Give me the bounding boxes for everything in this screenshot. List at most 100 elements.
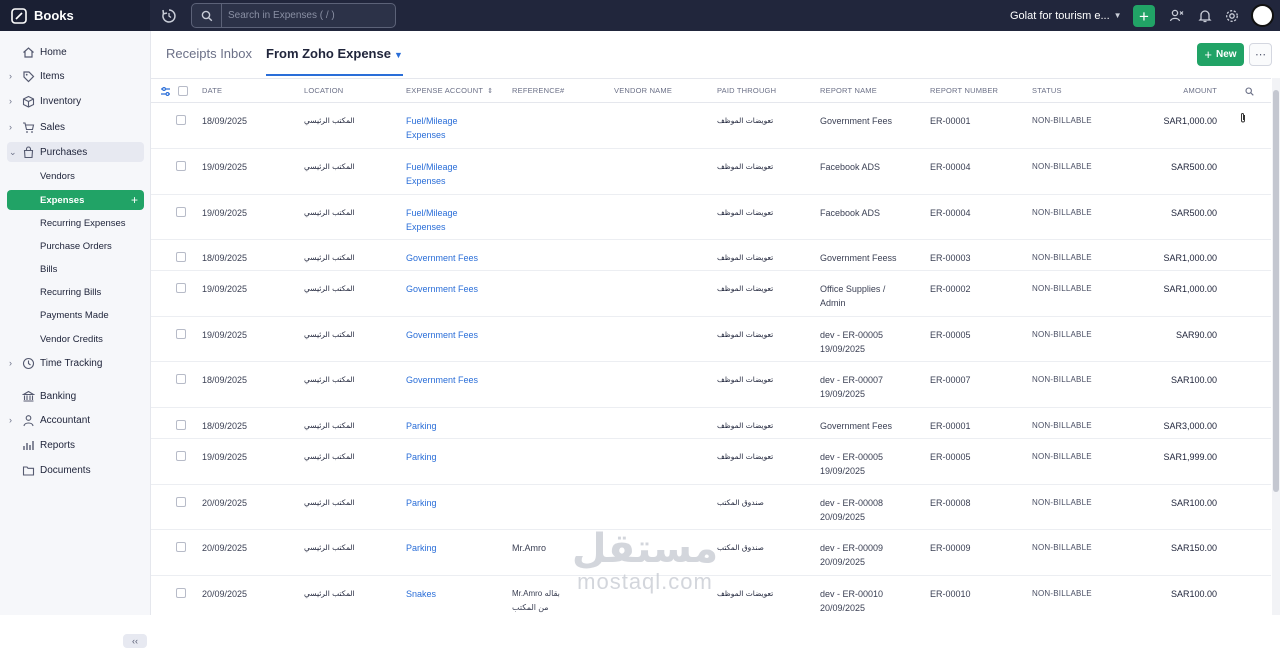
sidebar-item-sales[interactable]: › Sales: [7, 117, 144, 137]
users-icon[interactable]: [1169, 8, 1185, 24]
column-header-vendor-name[interactable]: VENDOR NAME: [614, 79, 672, 103]
cell-expense-account[interactable]: Parking: [406, 541, 437, 555]
row-checkbox[interactable]: [176, 329, 186, 339]
scrollbar-thumb[interactable]: [1273, 90, 1279, 492]
sidebar-item-purchases[interactable]: ⌄ Purchases: [7, 142, 144, 162]
cell-amount: SAR500.00: [1170, 208, 1217, 218]
sidebar-item-time-tracking[interactable]: › Time Tracking: [7, 353, 144, 373]
table-row[interactable]: 19/09/2025 المكتب الرئيسي Fuel/Mileage E…: [151, 195, 1271, 240]
column-header-reference[interactable]: REFERENCE#: [512, 79, 564, 103]
chevron-down-icon[interactable]: ▼: [394, 50, 403, 60]
column-header-paid-through[interactable]: PAID THROUGH: [717, 79, 776, 103]
sidebar-item-home[interactable]: Home: [7, 42, 144, 62]
sidebar-sub-vendors[interactable]: Vendors: [7, 166, 144, 186]
cell-expense-account[interactable]: Fuel/Mileage Expenses: [406, 160, 486, 188]
sidebar-item-items[interactable]: › Items: [7, 66, 144, 86]
table-row[interactable]: 19/09/2025 المكتب الرئيسي Parking تعويضا…: [151, 439, 1271, 485]
collapse-sidebar-button[interactable]: ‹‹: [123, 634, 147, 648]
row-checkbox[interactable]: [176, 283, 186, 293]
row-checkbox[interactable]: [176, 497, 186, 507]
column-header-expense-account[interactable]: EXPENSE ACCOUNT ⇕: [406, 79, 493, 103]
new-button[interactable]: + New: [1197, 43, 1244, 66]
column-header-location[interactable]: LOCATION: [304, 79, 343, 103]
cell-report-name: dev - ER-00009 20/09/2025: [820, 543, 884, 567]
row-checkbox[interactable]: [176, 451, 186, 461]
sidebar-sub-bills[interactable]: Bills: [7, 259, 144, 279]
table-row[interactable]: 20/09/2025 المكتب الرئيسي Parking صندوق …: [151, 485, 1271, 530]
sidebar-sub-expenses[interactable]: Expenses +: [7, 190, 144, 210]
cell-expense-account[interactable]: Government Fees: [406, 282, 478, 296]
cell-expense-account[interactable]: Snakes: [406, 587, 436, 601]
table-row[interactable]: 19/09/2025 المكتب الرئيسي Fuel/Mileage E…: [151, 149, 1271, 195]
column-header-report-number[interactable]: REPORT NUMBER: [930, 79, 998, 103]
cell-location: المكتب الرئيسي: [304, 452, 355, 461]
sidebar-sub-payments-made[interactable]: Payments Made: [7, 305, 144, 325]
cell-expense-account[interactable]: Parking: [406, 419, 437, 433]
sidebar-item-reports[interactable]: Reports: [7, 435, 144, 455]
cell-location: المكتب الرئيسي: [304, 284, 355, 293]
search-box[interactable]: [191, 3, 396, 28]
cell-location: المكتب الرئيسي: [304, 208, 355, 217]
sidebar-item-accountant[interactable]: › Accountant: [7, 410, 144, 430]
cell-expense-account[interactable]: Government Fees: [406, 373, 478, 387]
row-checkbox[interactable]: [176, 420, 186, 430]
select-all-checkbox[interactable]: [178, 86, 188, 96]
column-header-date[interactable]: DATE: [202, 79, 222, 103]
column-header-status[interactable]: STATUS: [1032, 79, 1062, 103]
cell-paid-through: تعويضات الموظف: [717, 116, 774, 125]
app-brand[interactable]: Books: [0, 0, 150, 31]
settings-gear-icon[interactable]: [1224, 8, 1240, 24]
column-settings-icon[interactable]: [160, 86, 171, 97]
tab-from-zoho-expense[interactable]: From Zoho Expense ▼: [266, 42, 403, 76]
row-checkbox[interactable]: [176, 542, 186, 552]
cell-paid-through: تعويضات الموظف: [717, 208, 774, 217]
row-checkbox[interactable]: [176, 161, 186, 171]
chevron-down-icon: ▼: [1113, 11, 1122, 20]
tab-receipts-inbox[interactable]: Receipts Inbox: [166, 42, 252, 76]
cell-expense-account[interactable]: Parking: [406, 450, 437, 464]
sidebar-sub-label: Vendors: [40, 170, 75, 182]
sidebar-item-label: Inventory: [40, 95, 82, 107]
row-checkbox[interactable]: [176, 252, 186, 262]
cell-expense-account[interactable]: Parking: [406, 496, 437, 510]
cell-expense-account[interactable]: Government Fees: [406, 251, 478, 265]
cell-expense-account[interactable]: Fuel/Mileage Expenses: [406, 206, 486, 234]
sidebar-sub-recurring-expenses[interactable]: Recurring Expenses: [7, 213, 144, 233]
table-search-icon[interactable]: [1245, 87, 1254, 96]
cell-expense-account[interactable]: Fuel/Mileage Expenses: [406, 114, 486, 142]
column-header-amount[interactable]: AMOUNT: [1137, 79, 1217, 103]
more-actions-button[interactable]: ⋯: [1249, 43, 1272, 66]
sidebar-item-inventory[interactable]: › Inventory: [7, 91, 144, 111]
search-input[interactable]: [222, 10, 395, 21]
sidebar-item-banking[interactable]: Banking: [7, 386, 144, 406]
row-checkbox[interactable]: [176, 588, 186, 598]
user-avatar[interactable]: [1251, 4, 1274, 27]
table-row[interactable]: 18/09/2025 المكتب الرئيسي Government Fee…: [151, 362, 1271, 408]
sidebar-sub-purchase-orders[interactable]: Purchase Orders: [7, 236, 144, 256]
table-row[interactable]: 19/09/2025 المكتب الرئيسي Government Fee…: [151, 317, 1271, 362]
table-row[interactable]: 18/09/2025 المكتب الرئيسي Fuel/Mileage E…: [151, 103, 1271, 149]
add-expense-icon[interactable]: +: [131, 193, 138, 207]
sidebar-sub-vendor-credits[interactable]: Vendor Credits: [7, 329, 144, 349]
table-row[interactable]: 18/09/2025 المكتب الرئيسي Parking تعويضا…: [151, 408, 1271, 439]
attachment-paperclip-icon[interactable]: [1239, 112, 1247, 124]
organization-switcher[interactable]: Golat for tourism e... ▼: [1010, 0, 1122, 31]
column-header-report-name[interactable]: REPORT NAME: [820, 79, 877, 103]
sidebar-item-label: Banking: [40, 390, 77, 402]
row-checkbox[interactable]: [176, 374, 186, 384]
row-checkbox[interactable]: [176, 115, 186, 125]
cell-report-number: ER-00005: [930, 452, 971, 462]
search-icon[interactable]: [192, 4, 222, 27]
sort-icon: ⇕: [487, 88, 494, 95]
sidebar-item-documents[interactable]: Documents: [7, 460, 144, 480]
sidebar-sub-recurring-bills[interactable]: Recurring Bills: [7, 282, 144, 302]
cell-status: NON-BILLABLE: [1032, 162, 1092, 171]
quick-create-button[interactable]: +: [1133, 5, 1155, 27]
vertical-scrollbar[interactable]: [1272, 78, 1280, 615]
table-row[interactable]: 19/09/2025 المكتب الرئيسي Government Fee…: [151, 271, 1271, 317]
recent-activity-icon[interactable]: [160, 7, 178, 25]
row-checkbox[interactable]: [176, 207, 186, 217]
table-row[interactable]: 18/09/2025 المكتب الرئيسي Government Fee…: [151, 240, 1271, 271]
notification-bell-icon[interactable]: [1197, 8, 1213, 24]
cell-expense-account[interactable]: Government Fees: [406, 328, 478, 342]
